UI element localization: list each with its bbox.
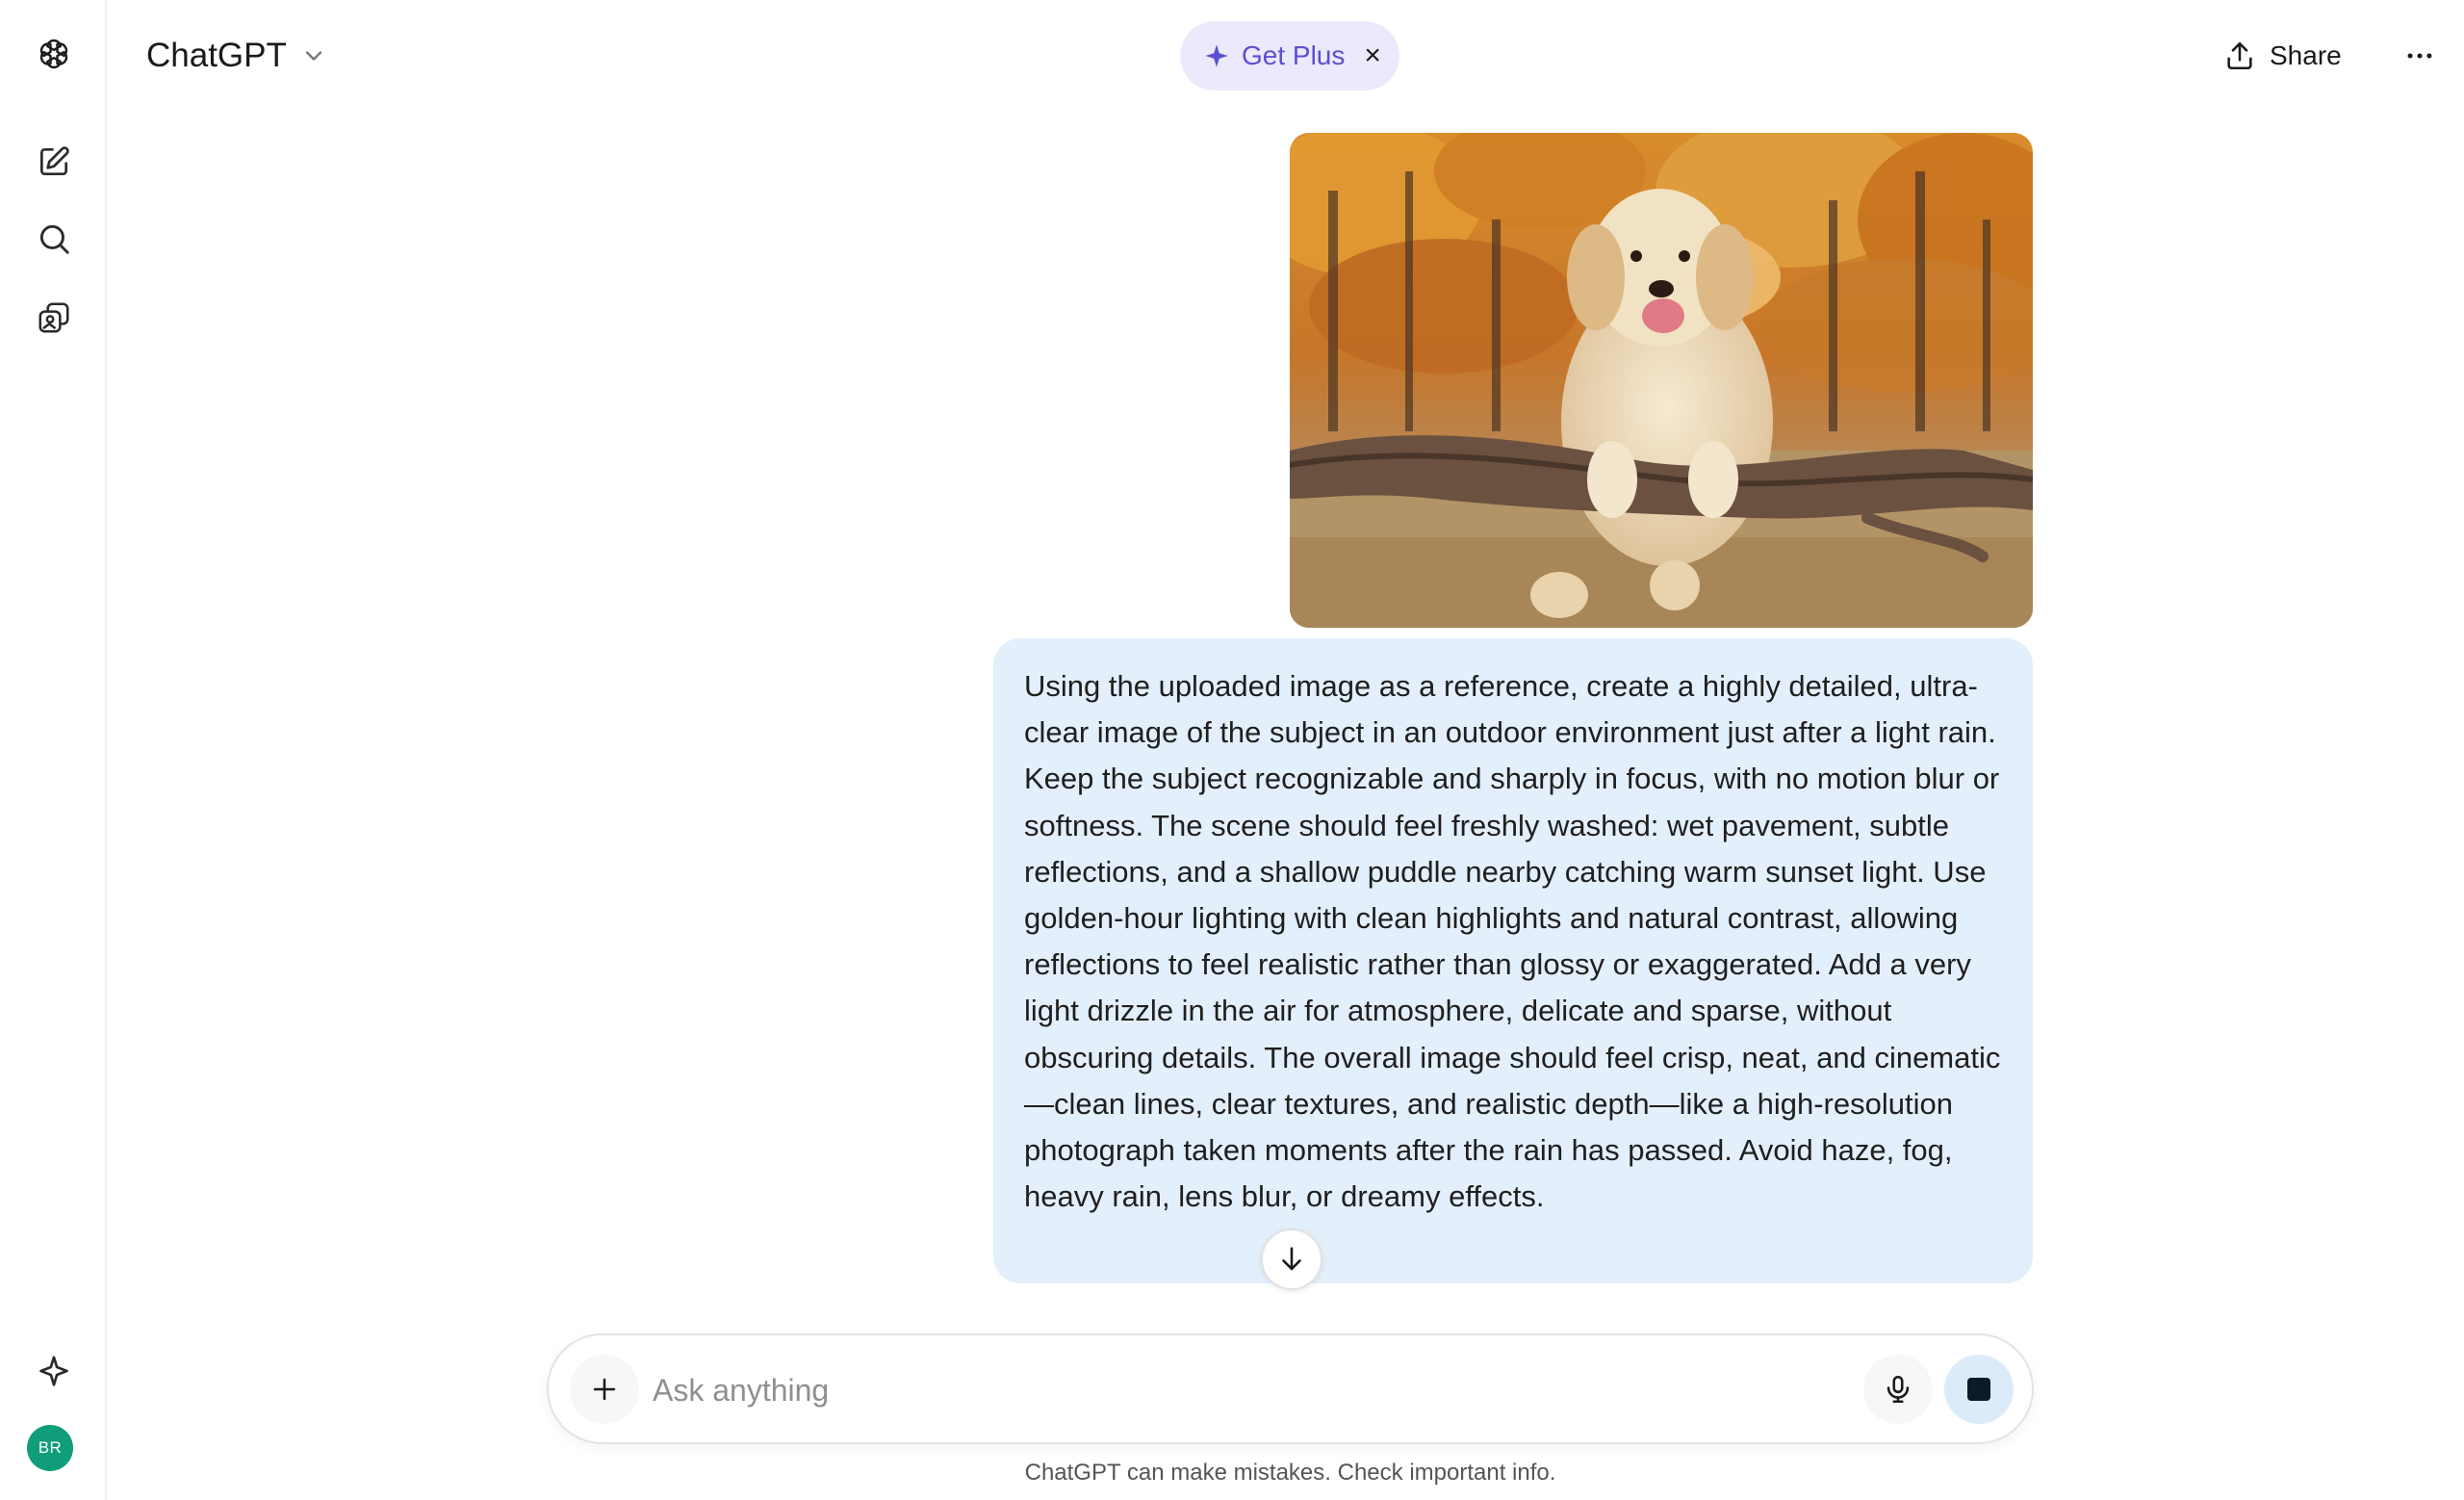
openai-logo-icon[interactable]: [23, 23, 85, 85]
more-options-button[interactable]: [2393, 29, 2447, 83]
prompt-input[interactable]: [653, 1357, 1808, 1424]
sparkle-icon: [1203, 42, 1230, 69]
microphone-icon: [1886, 1375, 1910, 1404]
new-chat-icon[interactable]: [23, 131, 85, 193]
sparkle-icon[interactable]: [23, 1340, 85, 1402]
attach-button[interactable]: [570, 1355, 639, 1424]
scroll-to-bottom-button[interactable]: [1261, 1228, 1322, 1290]
plus-icon: [593, 1378, 616, 1401]
get-plus-button[interactable]: Get Plus ×: [1180, 21, 1399, 91]
model-name: ChatGPT: [146, 37, 287, 74]
dictate-button[interactable]: [1863, 1355, 1933, 1424]
library-icon[interactable]: [23, 287, 85, 349]
chatgpt-app: BR ChatGPT Get Plus × Share Using the up…: [0, 0, 2464, 1500]
composer: [547, 1333, 2034, 1444]
stop-generating-button[interactable]: [1944, 1355, 2014, 1424]
share-button[interactable]: Share: [2223, 29, 2342, 83]
close-icon[interactable]: ×: [1364, 39, 1381, 72]
user-message-bubble: Using the uploaded image as a reference,…: [993, 638, 2033, 1283]
share-icon: [2227, 41, 2252, 70]
arrow-down-icon: [1282, 1247, 1301, 1271]
avatar[interactable]: BR: [27, 1425, 73, 1471]
sidebar-rail: BR: [0, 0, 107, 1500]
user-message-text: Using the uploaded image as a reference,…: [1024, 669, 2001, 1214]
disclaimer: ChatGPT can make mistakes. Check importa…: [1024, 1460, 1556, 1486]
uploaded-image[interactable]: [1290, 133, 2033, 628]
get-plus-label: Get Plus: [1242, 40, 1346, 70]
share-label: Share: [2270, 40, 2342, 70]
ellipsis-icon: [2407, 53, 2432, 59]
chevron-down-icon: [305, 51, 322, 61]
stop-icon: [1967, 1378, 1990, 1401]
model-switcher[interactable]: ChatGPT: [146, 33, 327, 79]
search-icon[interactable]: [23, 208, 85, 270]
